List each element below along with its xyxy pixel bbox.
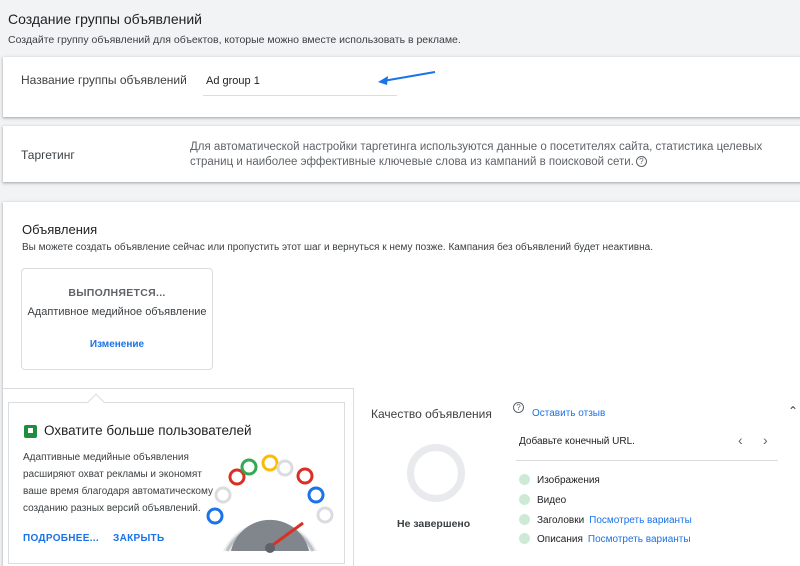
help-icon[interactable]: ? xyxy=(513,402,524,413)
targeting-description: Для автоматической настройки таргетинга … xyxy=(190,140,765,170)
chevron-left-icon[interactable]: ‹ xyxy=(738,432,743,448)
divider xyxy=(516,460,778,461)
ad-quality-panel: Качество объявления ? Оставить отзыв ⌃ Н… xyxy=(353,388,800,566)
ad-name: Адаптивное медийное объявление xyxy=(27,306,207,318)
ads-card: Объявления Вы можете создать объявление … xyxy=(3,202,800,566)
ad-change-link[interactable]: Изменение xyxy=(22,339,212,350)
quality-ring xyxy=(407,444,465,502)
status-dot-icon xyxy=(519,494,530,505)
page-title: Создание группы объявлений xyxy=(8,11,202,27)
quality-item-descriptions: Описания Посмотреть варианты xyxy=(519,533,691,545)
gauge-illustration-icon xyxy=(206,454,334,553)
chevron-right-icon[interactable]: › xyxy=(763,432,768,448)
targeting-label: Таргетинг xyxy=(21,148,75,162)
status-dot-icon xyxy=(519,514,530,525)
feedback-link[interactable]: Оставить отзыв xyxy=(532,408,605,419)
adgroup-name-label: Название группы объявлений xyxy=(21,73,187,87)
ads-title: Объявления xyxy=(22,222,98,237)
promo-text: Адаптивные медийные объявления расширяют… xyxy=(23,452,213,514)
status-dot-icon xyxy=(519,474,530,485)
flag-icon xyxy=(24,425,37,438)
targeting-card[interactable]: Таргетинг Для автоматической настройки т… xyxy=(3,126,800,182)
view-options-link[interactable]: Посмотреть варианты xyxy=(589,515,692,526)
adgroup-name-input[interactable]: Ad group 1 xyxy=(203,71,397,96)
quality-item-label: Описания xyxy=(537,534,583,545)
ad-status: ВЫПОЛНЯЕТСЯ... xyxy=(68,287,166,299)
quality-message: Добавьте конечный URL. xyxy=(519,436,635,447)
arrow-annotation-icon xyxy=(378,71,436,85)
quality-item-video: Видео xyxy=(519,494,566,506)
adgroup-name-card: Название группы объявлений Ad group 1 xyxy=(3,57,800,117)
quality-status: Не завершено xyxy=(397,518,471,530)
help-icon[interactable]: ? xyxy=(635,156,647,167)
page-subtitle: Создайте группу объявлений для объектов,… xyxy=(8,34,461,46)
promo-title: Охватите больше пользователей xyxy=(44,423,252,438)
promo-panel: Охватите больше пользователей Адаптивные… xyxy=(8,402,345,564)
quality-item-images: Изображения xyxy=(519,474,600,486)
chevron-up-icon[interactable]: ⌃ xyxy=(788,404,798,418)
quality-item-headlines: Заголовки Посмотреть варианты xyxy=(519,514,692,526)
view-options-link[interactable]: Посмотреть варианты xyxy=(588,534,691,545)
quality-item-label: Изображения xyxy=(537,475,600,486)
learn-more-link[interactable]: ПОДРОБНЕЕ... xyxy=(23,533,99,544)
status-dot-icon xyxy=(519,533,530,544)
ad-card[interactable]: ВЫПОЛНЯЕТСЯ... Адаптивное медийное объяв… xyxy=(21,268,213,370)
quality-item-label: Видео xyxy=(537,495,567,506)
quality-item-label: Заголовки xyxy=(537,515,585,526)
ads-subtitle: Вы можете создать объявление сейчас или … xyxy=(22,242,653,253)
targeting-description-text: Для автоматической настройки таргетинга … xyxy=(190,141,763,168)
close-link[interactable]: ЗАКРЫТЬ xyxy=(113,533,164,544)
ad-quality-title: Качество объявления xyxy=(371,407,492,421)
